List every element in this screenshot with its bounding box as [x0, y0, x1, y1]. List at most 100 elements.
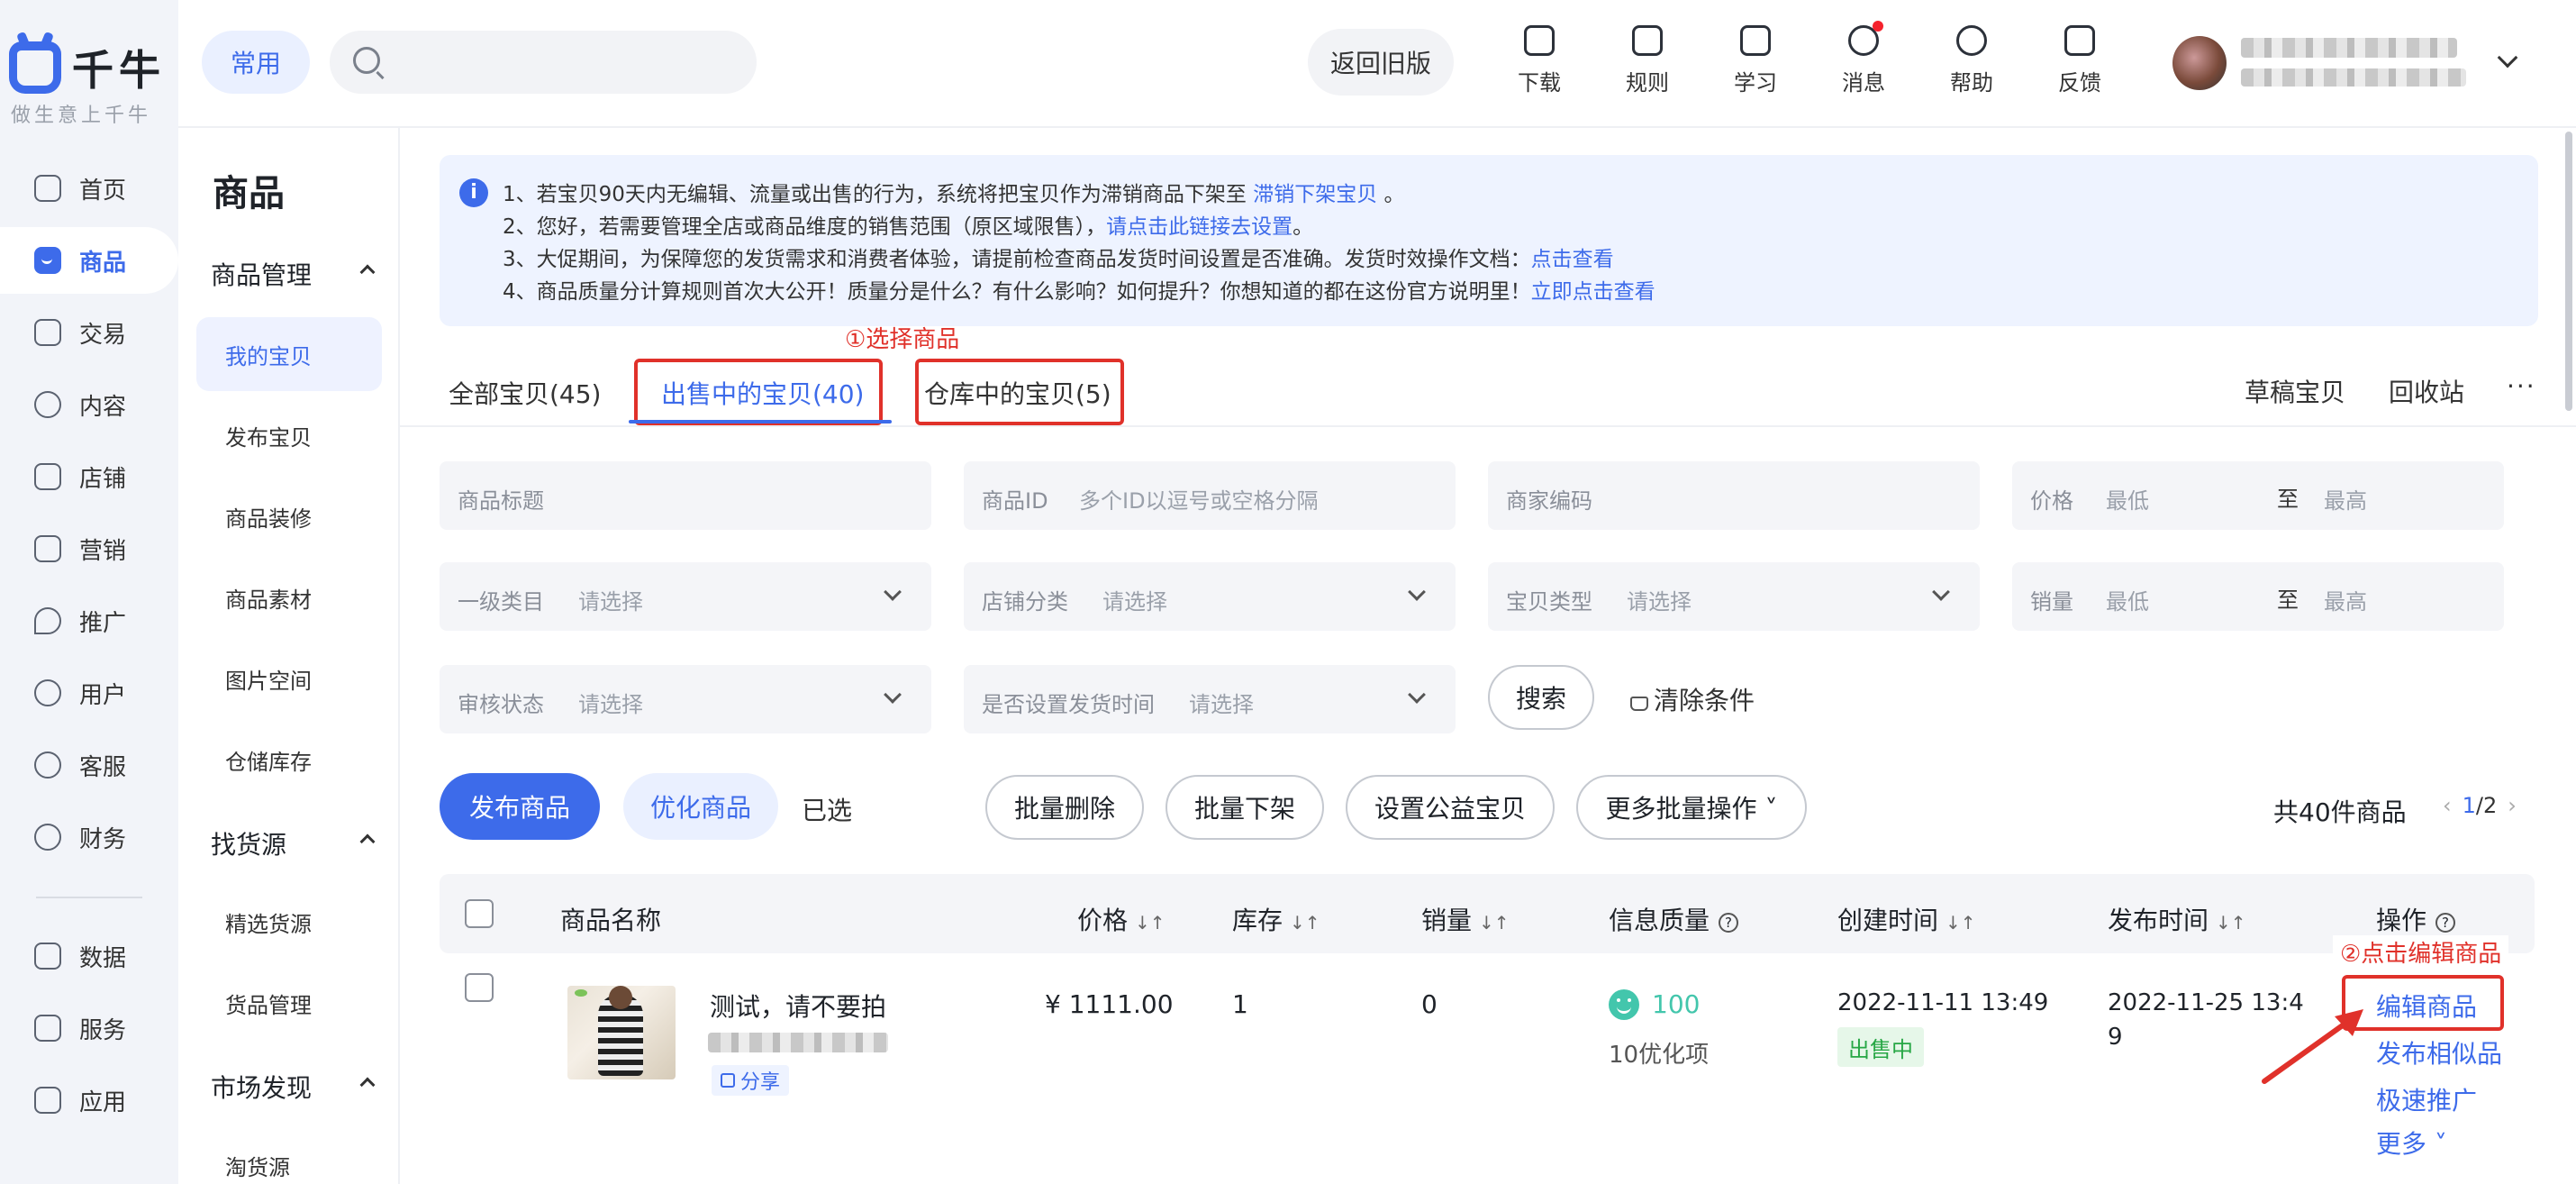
set-charity-button[interactable]: 设置公益宝贝	[1346, 775, 1555, 840]
trade-icon	[34, 319, 61, 346]
group-goods-management[interactable]: 商品管理	[211, 256, 376, 292]
subnav-item-decoration[interactable]: 商品装修	[196, 479, 382, 553]
question-icon[interactable]: ?	[2435, 913, 2456, 933]
primary-category-select[interactable]: 一级类目 请选择	[440, 562, 931, 631]
quick-promote-link[interactable]: 极速推广	[2376, 1081, 2477, 1117]
goods-thumbnail[interactable]	[567, 986, 676, 1079]
select-all-checkbox[interactable]	[465, 899, 494, 928]
price-range-input[interactable]: 价格 最低至最高	[2012, 461, 2504, 530]
edit-goods-link[interactable]: 编辑商品	[2376, 988, 2477, 1024]
link-quality-doc[interactable]: 立即点击查看	[1531, 280, 1655, 304]
main-rail: 千牛 做生意上千牛 首页 商品 交易 内容 店铺 营销 推广 用户 客服 财务 …	[0, 0, 178, 1184]
sort-icon: ↓↑	[1479, 912, 1510, 934]
chevron-down-icon	[1408, 583, 1426, 601]
broom-icon	[1630, 697, 1648, 711]
quality-optimize-tip[interactable]: 10优化项	[1609, 1036, 1709, 1070]
tab-recycle-bin[interactable]: 回收站	[2389, 373, 2464, 409]
subnav-item-inventory[interactable]: 仓储库存	[196, 723, 382, 797]
user-avatar[interactable]	[2172, 36, 2227, 90]
shop-category-select[interactable]: 店铺分类 请选择	[964, 562, 1456, 631]
link-sales-range[interactable]: 请点击此链接去设置	[1106, 215, 1293, 239]
rail-item-marketing[interactable]: 营销	[0, 515, 178, 582]
subnav-item-goods-management[interactable]: 货品管理	[196, 966, 382, 1040]
page-scrollbar[interactable]	[2565, 132, 2572, 411]
row-checkbox[interactable]	[465, 973, 494, 1002]
tool-learn[interactable]: 学习	[1715, 25, 1796, 96]
more-ops-link[interactable]: 更多 ˅	[2376, 1125, 2447, 1161]
search-button[interactable]: 搜索	[1488, 665, 1594, 730]
sub-sidebar: 商品 商品管理 我的宝贝 发布宝贝 商品装修 商品素材 图片空间 仓储库存 找货…	[178, 128, 400, 1184]
more-batch-actions-button[interactable]: 更多批量操作 ˅	[1576, 775, 1807, 840]
subnav-item-materials[interactable]: 商品素材	[196, 560, 382, 634]
rail-item-apps[interactable]: 应用	[0, 1067, 178, 1134]
rail-item-service[interactable]: 客服	[0, 732, 178, 798]
chevron-down-icon	[884, 583, 902, 601]
rail-item-trade[interactable]: 交易	[0, 299, 178, 366]
col-sales[interactable]: 销量 ↓↑	[1421, 901, 1510, 937]
col-published-time[interactable]: 发布时间 ↓↑	[2108, 901, 2246, 937]
rail-item-finance[interactable]: 财务	[0, 804, 178, 870]
notice-line-2: 2、您好，若需要管理全店或商品维度的销售范围（原区域限售），请点击此链接去设置。	[503, 215, 1314, 239]
rail-item-promote[interactable]: 推广	[0, 587, 178, 654]
publish-similar-link[interactable]: 发布相似品	[2376, 1034, 2502, 1070]
tab-all-goods[interactable]: 全部宝贝(45)	[449, 375, 601, 411]
rail-item-services[interactable]: 服务	[0, 995, 178, 1061]
rail-item-user[interactable]: 用户	[0, 660, 178, 726]
col-price[interactable]: 价格 ↓↑	[1077, 901, 1166, 937]
prev-page-icon[interactable]: ‹	[2443, 793, 2452, 818]
rail-item-home[interactable]: 首页	[0, 155, 178, 222]
col-stock[interactable]: 库存 ↓↑	[1232, 901, 1320, 937]
rail-item-content[interactable]: 内容	[0, 371, 178, 438]
annotation-step1: ①选择商品	[845, 326, 960, 353]
publish-goods-button[interactable]: 发布商品	[440, 773, 600, 840]
rules-icon	[1632, 25, 1663, 56]
goods-id-input[interactable]: 商品ID 多个ID以逗号或空格分隔	[964, 461, 1456, 530]
common-button[interactable]: 常用	[202, 31, 310, 94]
subnav-item-selected-source[interactable]: 精选货源	[196, 885, 382, 959]
subnav-item-taohuoyuan[interactable]: 淘货源	[196, 1128, 382, 1184]
optimize-goods-button[interactable]: 优化商品	[623, 773, 778, 840]
tab-drafts[interactable]: 草稿宝贝	[2245, 373, 2345, 409]
sales-range-input[interactable]: 销量 最低至最高	[2012, 562, 2504, 631]
clear-filters-button[interactable]: 清除条件	[1630, 681, 1755, 717]
question-icon[interactable]: ?	[1719, 913, 1739, 933]
group-market-discovery[interactable]: 市场发现	[211, 1069, 376, 1105]
col-created-time[interactable]: 创建时间 ↓↑	[1837, 901, 1976, 937]
annotation-arrow	[2262, 1009, 2363, 1084]
subnav-item-image-space[interactable]: 图片空间	[196, 642, 382, 715]
info-icon: i	[459, 178, 488, 207]
tool-help[interactable]: 帮助	[1931, 25, 2012, 96]
blurred-goods-id	[708, 1033, 888, 1052]
chevron-up-icon	[359, 833, 376, 850]
goods-title-input[interactable]: 商品标题	[440, 461, 931, 530]
tool-message[interactable]: 消息	[1823, 21, 1904, 96]
merchant-code-input[interactable]: 商家编码	[1488, 461, 1980, 530]
link-shipping-doc[interactable]: 点击查看	[1531, 248, 1614, 271]
rail-item-shop[interactable]: 店铺	[0, 443, 178, 510]
subnav-item-publish-goods[interactable]: 发布宝贝	[196, 398, 382, 472]
tool-feedback[interactable]: 反馈	[2039, 25, 2120, 96]
help-icon	[1956, 25, 1987, 56]
link-unsold-goods[interactable]: 滞销下架宝贝	[1253, 183, 1377, 206]
share-button[interactable]: 分享	[712, 1065, 790, 1096]
rail-item-goods[interactable]: 商品	[0, 227, 178, 294]
services-icon	[34, 1015, 61, 1042]
chevron-down-icon[interactable]	[2497, 47, 2518, 68]
audit-status-select[interactable]: 审核状态 请选择	[440, 665, 931, 733]
subnav-item-my-goods[interactable]: 我的宝贝	[196, 317, 382, 391]
next-page-icon[interactable]: ›	[2508, 793, 2517, 818]
batch-offshelf-button[interactable]: 批量下架	[1166, 775, 1324, 840]
brand-name: 千牛	[72, 46, 166, 95]
back-to-old-version-button[interactable]: 返回旧版	[1308, 29, 1454, 96]
brand-logo[interactable]: 千牛	[9, 38, 166, 97]
tool-download[interactable]: 下载	[1499, 25, 1580, 96]
global-search-input[interactable]	[330, 31, 757, 94]
batch-delete-button[interactable]: 批量删除	[985, 775, 1144, 840]
rail-item-data[interactable]: 数据	[0, 923, 178, 989]
goods-type-select[interactable]: 宝贝类型 请选择	[1488, 562, 1980, 631]
ship-time-select[interactable]: 是否设置发货时间 请选择	[964, 665, 1456, 733]
group-find-source[interactable]: 找货源	[211, 825, 376, 861]
more-options-icon[interactable]: ···	[2507, 371, 2536, 401]
tool-rules[interactable]: 规则	[1607, 25, 1688, 96]
goods-title[interactable]: 测试，请不要拍	[710, 988, 886, 1024]
